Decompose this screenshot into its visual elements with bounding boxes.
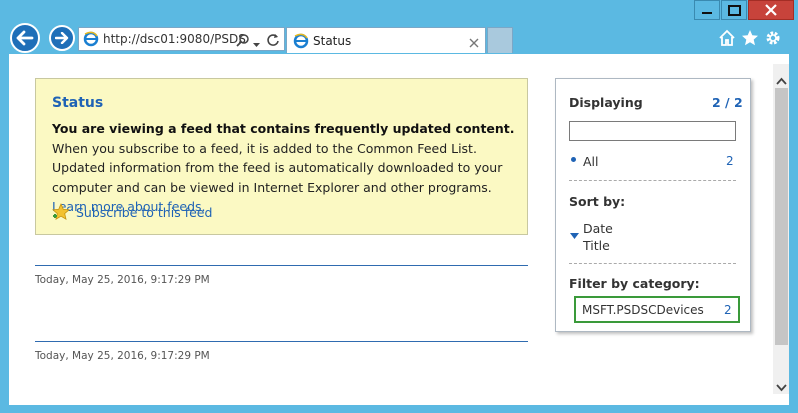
bullet-icon	[571, 157, 576, 162]
scroll-down-icon[interactable]	[776, 377, 787, 396]
search-input[interactable]	[569, 121, 736, 141]
status-bold-text: You are viewing a feed that contains fre…	[52, 121, 515, 136]
minimize-icon	[702, 12, 712, 14]
gear-icon[interactable]	[764, 29, 782, 51]
forward-arrow-icon	[55, 32, 69, 44]
refresh-icon[interactable]	[266, 32, 280, 51]
filter-all[interactable]: All	[583, 154, 599, 169]
filter-category-label: Filter by category:	[569, 276, 700, 291]
divider	[569, 263, 736, 264]
tab-close-icon[interactable]	[469, 33, 479, 52]
favorites-star-icon[interactable]	[741, 29, 759, 51]
status-title: Status	[52, 95, 104, 111]
scroll-up-icon[interactable]	[776, 70, 787, 89]
entry-date: Today, May 25, 2016, 9:17:29 PM	[35, 274, 210, 286]
category-item[interactable]: MSFT.PSDSCDevices 2	[574, 296, 740, 323]
all-count: 2	[726, 154, 734, 168]
ie-tab-icon	[293, 33, 309, 53]
category-count: 2	[724, 303, 732, 317]
tab-title: Status	[313, 34, 352, 48]
scrollbar-thumb[interactable]	[775, 88, 788, 345]
entry-divider	[35, 341, 528, 342]
sort-arrow-icon	[570, 225, 579, 244]
subscribe-star-icon	[52, 202, 70, 225]
address-text: http://dsc01:9080/PSDS	[103, 32, 246, 46]
sort-title[interactable]: Title	[583, 238, 610, 253]
tab-status[interactable]: Status	[286, 27, 486, 53]
dropdown-arrow-icon[interactable]	[252, 34, 261, 53]
subscribe-link[interactable]: Subscribe to this feed	[76, 205, 212, 220]
entry-divider	[35, 265, 528, 266]
back-arrow-icon	[16, 30, 34, 46]
ie-logo-icon	[83, 31, 99, 51]
entry-date: Today, May 25, 2016, 9:17:29 PM	[35, 350, 210, 362]
displaying-count: 2 / 2	[712, 95, 743, 110]
maximize-button[interactable]	[721, 0, 747, 20]
search-icon[interactable]	[236, 32, 250, 51]
close-button[interactable]	[748, 0, 794, 20]
feed-status-box: Status You are viewing a feed that conta…	[35, 78, 528, 235]
status-body-text: When you subscribe to a feed, it is adde…	[52, 140, 503, 195]
sort-label: Sort by:	[569, 194, 626, 209]
address-bar[interactable]: http://dsc01:9080/PSDS	[78, 27, 285, 51]
new-tab-button[interactable]	[487, 27, 513, 53]
divider	[569, 180, 736, 181]
forward-button[interactable]	[49, 25, 75, 51]
maximize-icon	[727, 4, 741, 16]
back-button[interactable]	[10, 23, 40, 53]
displaying-label: Displaying	[569, 95, 643, 110]
sort-date[interactable]: Date	[583, 221, 613, 236]
home-icon[interactable]	[718, 29, 736, 51]
close-icon	[765, 4, 777, 16]
category-name: MSFT.PSDSCDevices	[582, 303, 704, 317]
status-description: You are viewing a feed that contains fre…	[52, 119, 522, 217]
feed-filter-panel: Displaying 2 / 2 All 2 Sort by: Date Tit…	[555, 78, 751, 332]
minimize-button[interactable]	[694, 0, 720, 20]
